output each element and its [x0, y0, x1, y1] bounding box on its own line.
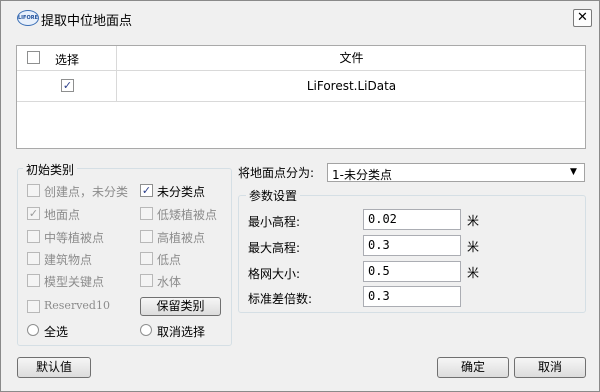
class-created-unclassified-label: 创建点，未分类 [44, 185, 129, 199]
ground-class-value: 1-未分类点 [332, 168, 392, 182]
ground-class-label: 将地面点分为: [238, 166, 315, 180]
class-unclassified-label: 未分类点 [157, 185, 206, 199]
class-high-vegetation-checkbox[interactable] [140, 230, 153, 243]
std-multiple-label: 标准差倍数: [248, 292, 313, 306]
std-multiple-input[interactable]: 0.3 [363, 286, 461, 307]
class-ground-checkbox[interactable]: ✓ [27, 207, 40, 220]
title-bar[interactable]: LIFOREST 提取中位地面点 ✕ [1, 1, 599, 35]
min-elevation-label: 最小高程: [248, 215, 301, 229]
extract-median-ground-dialog: LIFOREST 提取中位地面点 ✕ 选择 文件 ✓ LiForest.LiDa… [0, 0, 600, 392]
file-table: 选择 文件 ✓ LiForest.LiData [16, 45, 586, 149]
grid-size-input[interactable]: 0.5 [363, 261, 461, 282]
ground-class-dropdown[interactable]: 1-未分类点 ▼ [327, 163, 585, 182]
close-button[interactable]: ✕ [573, 9, 592, 27]
grid-size-unit: 米 [467, 266, 480, 280]
class-building-label: 建筑物点 [44, 253, 93, 267]
keep-class-button[interactable]: 保留类别 [140, 297, 221, 316]
class-model-keypoint-label: 模型关键点 [44, 275, 105, 289]
class-low-vegetation-label: 低矮植被点 [157, 208, 218, 222]
deselect-radio[interactable] [140, 324, 152, 336]
header-select-column: 选择 [17, 46, 117, 70]
class-model-keypoint-checkbox[interactable] [27, 274, 40, 287]
row-select-cell: ✓ [17, 71, 117, 101]
chevron-down-icon: ▼ [570, 167, 577, 177]
table-row[interactable]: ✓ LiForest.LiData [17, 71, 585, 102]
min-elevation-input[interactable]: 0.02 [363, 209, 461, 230]
class-ground-label: 地面点 [44, 208, 81, 222]
header-select-label: 选择 [55, 53, 80, 67]
close-icon: ✕ [577, 10, 588, 25]
class-building-checkbox[interactable] [27, 252, 40, 265]
deselect-label: 取消选择 [157, 325, 206, 339]
class-water-checkbox[interactable] [140, 274, 153, 287]
ok-button[interactable]: 确定 [437, 357, 509, 378]
max-elevation-input[interactable]: 0.3 [363, 235, 461, 256]
file-row-checkbox[interactable]: ✓ [61, 79, 74, 92]
grid-size-label: 格网大小: [248, 267, 301, 281]
class-medium-vegetation-checkbox[interactable] [27, 230, 40, 243]
class-unclassified-checkbox[interactable]: ✓ [140, 184, 153, 197]
cancel-button[interactable]: 取消 [514, 357, 586, 378]
max-elevation-unit: 米 [467, 240, 480, 254]
class-water-label: 水体 [157, 275, 182, 289]
class-high-vegetation-label: 高植被点 [157, 231, 206, 245]
header-file-column: 文件 [339, 51, 364, 65]
max-elevation-label: 最大高程: [248, 241, 301, 255]
row-file-name: LiForest.LiData [306, 79, 397, 93]
select-all-radio[interactable] [27, 324, 39, 336]
class-created-unclassified-checkbox[interactable] [27, 184, 40, 197]
min-elevation-unit: 米 [467, 214, 480, 228]
initial-classes-title: 初始类别 [23, 161, 78, 178]
class-reserved10-checkbox[interactable] [27, 300, 40, 313]
class-medium-vegetation-label: 中等植被点 [44, 231, 105, 245]
params-title: 参数设置 [246, 187, 301, 204]
window-title: 提取中位地面点 [41, 14, 133, 29]
select-all-files-checkbox[interactable] [27, 51, 40, 64]
default-values-button[interactable]: 默认值 [17, 357, 91, 378]
table-header: 选择 文件 [17, 46, 585, 71]
app-logo-icon: LIFOREST [17, 10, 39, 26]
class-low-point-label: 低点 [157, 253, 182, 267]
class-reserved10-label: Reserved10 [44, 299, 110, 312]
class-low-point-checkbox[interactable] [140, 252, 153, 265]
class-low-vegetation-checkbox[interactable] [140, 207, 153, 220]
select-all-label: 全选 [44, 325, 69, 339]
